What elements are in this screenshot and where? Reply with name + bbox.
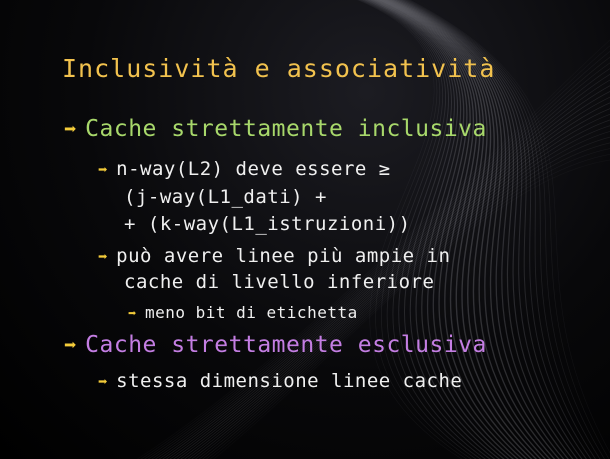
bullet-text: può avere linee più ampie in xyxy=(116,245,451,267)
bullet-text: Cache strettamente inclusiva xyxy=(85,116,487,142)
bullet-text: n-way(L2) deve essere ≥ xyxy=(116,158,391,180)
bullet-text: (j-way(L1_dati) + xyxy=(124,186,327,208)
bullet-text: meno bit di etichetta xyxy=(144,303,358,322)
bullet-line-0: ➡ Cache strettamente inclusiva xyxy=(64,116,487,142)
bullet-text: cache di livello inferiore xyxy=(124,271,435,293)
right-arrow-icon: ➡ xyxy=(64,333,78,357)
bullet-line-3: + (k-way(L1_istruzioni)) xyxy=(124,213,411,235)
right-arrow-icon: ➡ xyxy=(98,372,109,391)
slide-title: Inclusività e associatività xyxy=(62,54,496,83)
bullet-text: stessa dimensione linee cache xyxy=(116,370,463,392)
bullet-line-8: ➡ stessa dimensione linee cache xyxy=(98,370,462,392)
bullet-line-2: (j-way(L1_dati) + xyxy=(124,186,327,208)
bullet-line-5: cache di livello inferiore xyxy=(124,271,434,293)
bullet-line-6: ➡ meno bit di etichetta xyxy=(128,303,358,322)
bullet-line-4: ➡ può avere linee più ampie in xyxy=(98,245,450,267)
bullet-line-1: ➡ n-way(L2) deve essere ≥ xyxy=(98,158,391,180)
right-arrow-icon: ➡ xyxy=(98,247,109,266)
bullet-text: Cache strettamente esclusiva xyxy=(85,332,487,358)
bullet-text: + (k-way(L1_istruzioni)) xyxy=(124,213,411,235)
right-arrow-icon: ➡ xyxy=(98,160,109,179)
right-arrow-icon: ➡ xyxy=(64,117,78,141)
bullet-line-7: ➡ Cache strettamente esclusiva xyxy=(64,332,487,358)
slide: Inclusività e associatività ➡ Cache stret… xyxy=(0,0,610,459)
right-arrow-icon: ➡ xyxy=(128,306,137,322)
